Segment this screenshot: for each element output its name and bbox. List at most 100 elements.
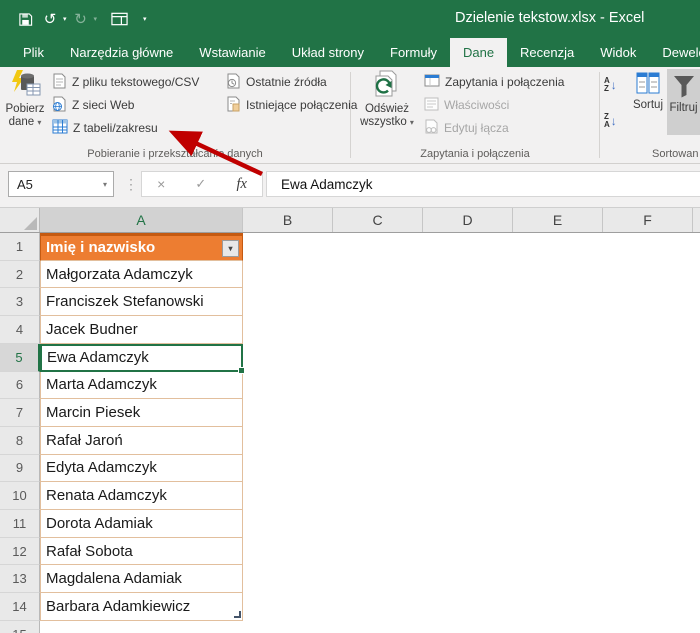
- get-data-button[interactable]: Pobierz dane ▾: [2, 70, 48, 129]
- cancel-entry-icon[interactable]: ×: [157, 176, 165, 192]
- table-resize-handle[interactable]: [234, 611, 241, 618]
- tab-widok[interactable]: Widok: [587, 38, 649, 67]
- formula-bar-drag-handle[interactable]: ⋮: [124, 176, 138, 193]
- row-header-6[interactable]: 6: [0, 372, 40, 400]
- table-row: 14 Barbara Adamkiewicz: [0, 593, 700, 621]
- save-icon[interactable]: [14, 7, 36, 31]
- tab-formuly[interactable]: Formuły: [377, 38, 450, 67]
- table-row: 5 Ewa Adamczyk: [0, 344, 700, 372]
- name-box-caret-icon[interactable]: ▾: [103, 180, 107, 189]
- column-header-c[interactable]: C: [333, 208, 423, 232]
- queries-connections-button[interactable]: Zapytania i połączenia: [424, 72, 564, 92]
- sort-za-button[interactable]: ZA ↓: [604, 111, 617, 131]
- tab-uklad-strony[interactable]: Układ strony: [279, 38, 377, 67]
- customize-qat-icon[interactable]: ▾: [143, 15, 147, 23]
- cell-a4[interactable]: Jacek Budner: [40, 316, 243, 344]
- table-row: 13 Magdalena Adamiak: [0, 565, 700, 593]
- table-row: 1 Imię i nazwisko ▾: [0, 233, 700, 261]
- fill-handle[interactable]: [238, 367, 245, 374]
- sort-az-icon: AZ: [604, 77, 610, 93]
- tab-recenzja[interactable]: Recenzja: [507, 38, 587, 67]
- column-header-e[interactable]: E: [513, 208, 603, 232]
- column-header-b[interactable]: B: [243, 208, 333, 232]
- table-row: 12 Rafał Sobota: [0, 538, 700, 566]
- from-text-csv-label: Z pliku tekstowego/CSV: [72, 75, 199, 89]
- cell-a8[interactable]: Rafał Jaroń: [40, 427, 243, 455]
- formula-input[interactable]: Ewa Adamczyk: [266, 171, 700, 197]
- existing-connections-icon: [226, 96, 241, 115]
- undo-icon[interactable]: ↺: [39, 7, 61, 31]
- undo-dropdown-icon[interactable]: ▾: [63, 15, 67, 23]
- row-header-1[interactable]: 1: [0, 233, 40, 261]
- from-web-button[interactable]: Z sieci Web: [52, 95, 134, 115]
- column-header-f[interactable]: F: [603, 208, 693, 232]
- refresh-all-button[interactable]: Odśwież wszystko ▾: [355, 70, 419, 129]
- touch-mode-icon[interactable]: [108, 7, 130, 31]
- recent-sources-label: Ostatnie źródła: [246, 75, 327, 89]
- cell-a7[interactable]: Marcin Piesek: [40, 399, 243, 427]
- cell-a13[interactable]: Magdalena Adamiak: [40, 565, 243, 593]
- row-header-13[interactable]: 13: [0, 565, 40, 593]
- group-label-queries: Zapytania i połączenia: [352, 148, 598, 160]
- get-data-icon: [2, 70, 48, 100]
- sort-button[interactable]: Sortuj: [629, 70, 667, 112]
- tab-narzedzia-glowne[interactable]: Narzędzia główne: [57, 38, 186, 67]
- row-header-15[interactable]: 15: [0, 621, 40, 633]
- cell-a10[interactable]: Renata Adamczyk: [40, 482, 243, 510]
- table-row: 2 Małgorzata Adamczyk: [0, 261, 700, 289]
- tab-dane[interactable]: Dane: [450, 38, 507, 67]
- column-header-a[interactable]: A: [40, 208, 243, 232]
- row-header-14[interactable]: 14: [0, 593, 40, 621]
- from-text-csv-button[interactable]: Z pliku tekstowego/CSV: [52, 72, 199, 92]
- row-header-5[interactable]: 5: [0, 344, 40, 372]
- column-header-d[interactable]: D: [423, 208, 513, 232]
- table-row: 10 Renata Adamczyk: [0, 482, 700, 510]
- filter-button[interactable]: Filtruj: [667, 69, 700, 135]
- table-row: 3 Franciszek Stefanowski: [0, 288, 700, 316]
- row-header-3[interactable]: 3: [0, 288, 40, 316]
- edit-links-label: Edytuj łącza: [444, 121, 509, 135]
- tab-wstawianie[interactable]: Wstawianie: [186, 38, 278, 67]
- formula-bar-row: A5 ▾ ⋮ × ✓ fx Ewa Adamczyk: [0, 164, 700, 208]
- sort-dialog-icon: [629, 70, 667, 96]
- row-header-9[interactable]: 9: [0, 455, 40, 483]
- sort-az-button[interactable]: AZ ↓: [604, 75, 617, 95]
- file-csv-icon: [52, 73, 67, 92]
- window-title: Dzielenie tekstow.xlsx - Excel: [455, 10, 644, 26]
- cell-a12[interactable]: Rafał Sobota: [40, 538, 243, 566]
- cell-a3[interactable]: Franciszek Stefanowski: [40, 288, 243, 316]
- row-header-10[interactable]: 10: [0, 482, 40, 510]
- quick-access-toolbar: ↺ ▾ ↻ ▾ ▾: [14, 7, 147, 31]
- cell-a14[interactable]: Barbara Adamkiewicz: [40, 593, 243, 621]
- cell-a2[interactable]: Małgorzata Adamczyk: [40, 261, 243, 289]
- insert-function-icon[interactable]: fx: [236, 176, 246, 193]
- table-range-icon: [52, 119, 68, 137]
- title-bar: ↺ ▾ ↻ ▾ ▾ Dzielenie tekstow.xlsx - Excel: [0, 0, 700, 38]
- cell-a15[interactable]: [40, 621, 243, 633]
- cell-a5-selected[interactable]: Ewa Adamczyk: [40, 344, 243, 372]
- row-header-2[interactable]: 2: [0, 261, 40, 289]
- filter-dropdown-icon[interactable]: ▾: [222, 240, 239, 257]
- confirm-entry-icon[interactable]: ✓: [195, 176, 206, 192]
- row-header-4[interactable]: 4: [0, 316, 40, 344]
- cell-a11[interactable]: Dorota Adamiak: [40, 510, 243, 538]
- get-data-label-1: Pobierz: [2, 103, 48, 116]
- row-header-12[interactable]: 12: [0, 538, 40, 566]
- row-header-11[interactable]: 11: [0, 510, 40, 538]
- spreadsheet-grid: A B C D E F 1 Imię i nazwisko ▾ 2 Małgor…: [0, 208, 700, 633]
- select-all-button[interactable]: [0, 208, 40, 232]
- tab-plik[interactable]: Plik: [10, 38, 57, 67]
- existing-connections-button[interactable]: Istniejące połączenia: [226, 95, 357, 115]
- refresh-all-label-1: Odśwież: [355, 103, 419, 116]
- tab-deweloper[interactable]: Deweloper: [649, 38, 700, 67]
- cell-a6[interactable]: Marta Adamczyk: [40, 372, 243, 400]
- edit-links-icon: [424, 119, 439, 137]
- cell-a9[interactable]: Edyta Adamczyk: [40, 455, 243, 483]
- cell-a1-table-header[interactable]: Imię i nazwisko ▾: [40, 233, 243, 261]
- table-row: 6 Marta Adamczyk: [0, 372, 700, 400]
- from-table-range-button[interactable]: Z tabeli/zakresu: [52, 118, 158, 138]
- row-header-7[interactable]: 7: [0, 399, 40, 427]
- name-box[interactable]: A5 ▾: [8, 171, 114, 197]
- recent-sources-button[interactable]: Ostatnie źródła: [226, 72, 327, 92]
- row-header-8[interactable]: 8: [0, 427, 40, 455]
